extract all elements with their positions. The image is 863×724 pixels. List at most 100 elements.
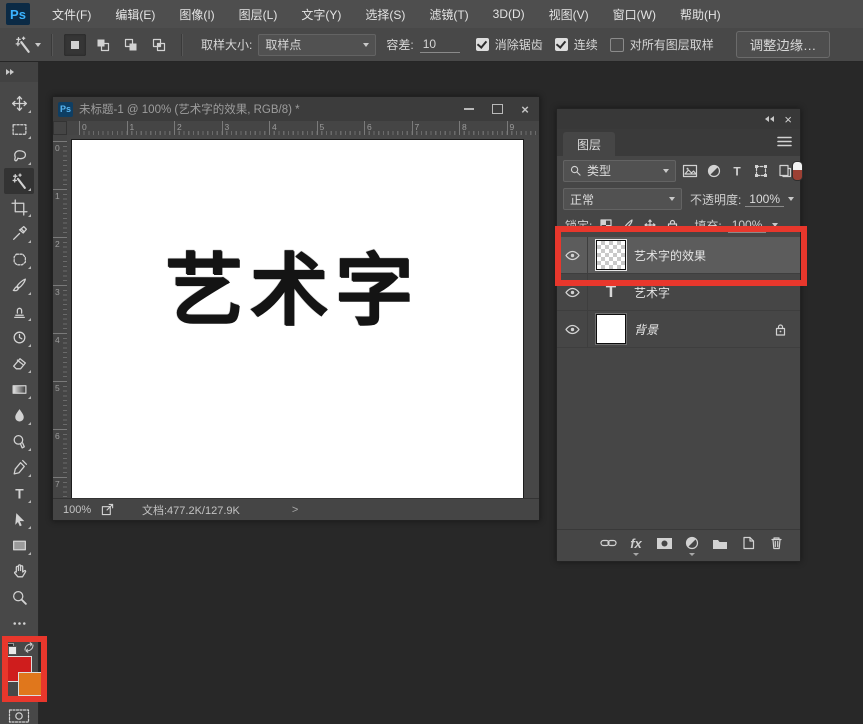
menu-3d[interactable]: 3D(D)	[481, 0, 537, 28]
horizontal-ruler[interactable]: 0 1 2 3 4 5 6 7 8 9	[67, 121, 539, 136]
new-group-button[interactable]	[711, 534, 729, 552]
new-layer-button[interactable]	[739, 534, 757, 552]
link-layers-button[interactable]	[599, 534, 617, 552]
collapse-panel-button[interactable]	[765, 116, 774, 122]
eyedropper-tool[interactable]	[4, 220, 34, 246]
eyedropper-icon	[11, 225, 28, 242]
new-selection-mode-button[interactable]	[64, 34, 86, 56]
ruler-label: 4	[269, 121, 277, 135]
zoom-level-field[interactable]: 100%	[63, 504, 101, 516]
ruler-label: 5	[317, 121, 325, 135]
blur-tool[interactable]	[4, 402, 34, 428]
ruler-label: 9	[507, 121, 515, 135]
sample-size-dropdown[interactable]: 取样点	[258, 34, 376, 56]
brush-tool[interactable]	[4, 272, 34, 298]
tolerance-input[interactable]: 10	[420, 36, 460, 53]
clone-stamp-tool[interactable]	[4, 298, 34, 324]
shape-filter-button[interactable]	[752, 162, 771, 180]
image-filter-icon	[682, 164, 698, 178]
crop-tool[interactable]	[4, 194, 34, 220]
filter-pin-toggle[interactable]	[792, 161, 803, 181]
anti-alias-checkbox[interactable]	[476, 38, 489, 51]
logo-text: Ps	[10, 7, 26, 22]
hand-icon	[11, 563, 28, 580]
panel-menu-icon[interactable]	[777, 136, 792, 147]
eraser-tool[interactable]	[4, 350, 34, 376]
move-tool[interactable]	[4, 90, 34, 116]
document-title: 未标题-1 @ 100% (艺术字的效果, RGB/8) *	[79, 101, 455, 117]
contiguous-checkbox[interactable]	[555, 38, 568, 51]
menu-view[interactable]: 视图(V)	[537, 0, 601, 28]
menu-select[interactable]: 选择(S)	[353, 0, 417, 28]
layers-tab[interactable]: 图层	[563, 132, 615, 156]
export-icon[interactable]	[101, 503, 114, 516]
ruler-label: 3	[222, 121, 230, 135]
filter-kind-dropdown[interactable]: 类型	[563, 160, 676, 182]
document-titlebar[interactable]: Ps 未标题-1 @ 100% (艺术字的效果, RGB/8) * ×	[53, 97, 539, 122]
edit-toolbar-button[interactable]	[4, 610, 34, 636]
type-filter-button[interactable]: T	[728, 162, 747, 180]
minimize-button[interactable]	[455, 97, 483, 121]
menu-layer[interactable]: 图层(L)	[227, 0, 290, 28]
menu-help[interactable]: 帮助(H)	[668, 0, 733, 28]
spot-healing-brush-tool[interactable]	[4, 246, 34, 272]
blend-mode-dropdown[interactable]: 正常	[563, 188, 682, 210]
sample-all-layers-checkbox[interactable]	[610, 38, 624, 52]
menu-type[interactable]: 文字(Y)	[289, 0, 353, 28]
pen-tool[interactable]	[4, 454, 34, 480]
type-tool[interactable]: T	[4, 480, 34, 506]
status-more-button[interactable]: >	[292, 504, 298, 516]
rectangular-marquee-tool[interactable]	[4, 116, 34, 142]
menu-file[interactable]: 文件(F)	[40, 0, 103, 28]
menu-edit[interactable]: 编辑(E)	[103, 0, 167, 28]
expand-tools-panel-button[interactable]	[0, 62, 38, 82]
vertical-ruler[interactable]: 0 1 2 3 4 5 6 7	[53, 135, 68, 499]
zoom-tool[interactable]	[4, 584, 34, 610]
history-brush-tool[interactable]	[4, 324, 34, 350]
subtract-from-selection-mode-button[interactable]	[120, 34, 142, 56]
close-button[interactable]: ×	[511, 97, 539, 121]
maximize-button[interactable]	[483, 97, 511, 121]
layer-row-background[interactable]: 背景	[557, 311, 800, 348]
marquee-icon	[11, 121, 28, 138]
lasso-tool[interactable]	[4, 142, 34, 168]
menu-filter[interactable]: 滤镜(T)	[417, 0, 480, 28]
dodge-tool[interactable]	[4, 428, 34, 454]
layer-name[interactable]: 背景	[634, 321, 775, 338]
hand-tool[interactable]	[4, 558, 34, 584]
rectangle-tool[interactable]	[4, 532, 34, 558]
tool-preset-picker[interactable]	[12, 34, 43, 56]
adjustment-filter-button[interactable]	[704, 162, 723, 180]
new-layer-icon	[742, 536, 755, 550]
layer-style-button[interactable]: fx	[627, 534, 645, 552]
refine-edge-button[interactable]: 调整边缘…	[736, 31, 831, 58]
visibility-toggle[interactable]	[557, 311, 588, 347]
canvas[interactable]: 艺术字	[71, 139, 524, 501]
path-selection-tool[interactable]	[4, 506, 34, 532]
layer-name[interactable]: 艺术字	[634, 284, 800, 301]
document-statusbar: 100% 文档:477.2K/127.9K >	[53, 498, 539, 520]
add-to-selection-mode-button[interactable]	[92, 34, 114, 56]
ruler-corner	[53, 121, 67, 135]
panel-close-button[interactable]: ×	[784, 113, 792, 126]
magnifier-icon	[11, 589, 28, 606]
eye-icon	[565, 324, 580, 335]
adjustment-layer-button[interactable]	[683, 534, 701, 552]
brush-icon	[11, 277, 28, 294]
delete-layer-button[interactable]	[767, 534, 785, 552]
menu-image[interactable]: 图像(I)	[167, 0, 226, 28]
gradient-tool[interactable]	[4, 376, 34, 402]
add-layer-mask-button[interactable]	[655, 534, 673, 552]
pixel-filter-button[interactable]	[681, 162, 700, 180]
magic-wand-tool[interactable]	[4, 168, 34, 194]
menu-window[interactable]: 窗口(W)	[601, 0, 668, 28]
tools-panel: T	[0, 62, 39, 724]
opacity-value[interactable]: 100%	[745, 192, 784, 207]
layer-thumbnail-background[interactable]	[596, 314, 626, 344]
intersect-selection-mode-button[interactable]	[148, 34, 170, 56]
document-size-info[interactable]: 文档:477.2K/127.9K	[142, 502, 240, 518]
quick-mask-mode-button[interactable]	[8, 708, 30, 724]
ruler-label: 8	[459, 121, 467, 135]
fx-icon: fx	[630, 536, 642, 551]
opacity-caret-icon[interactable]	[788, 197, 794, 201]
